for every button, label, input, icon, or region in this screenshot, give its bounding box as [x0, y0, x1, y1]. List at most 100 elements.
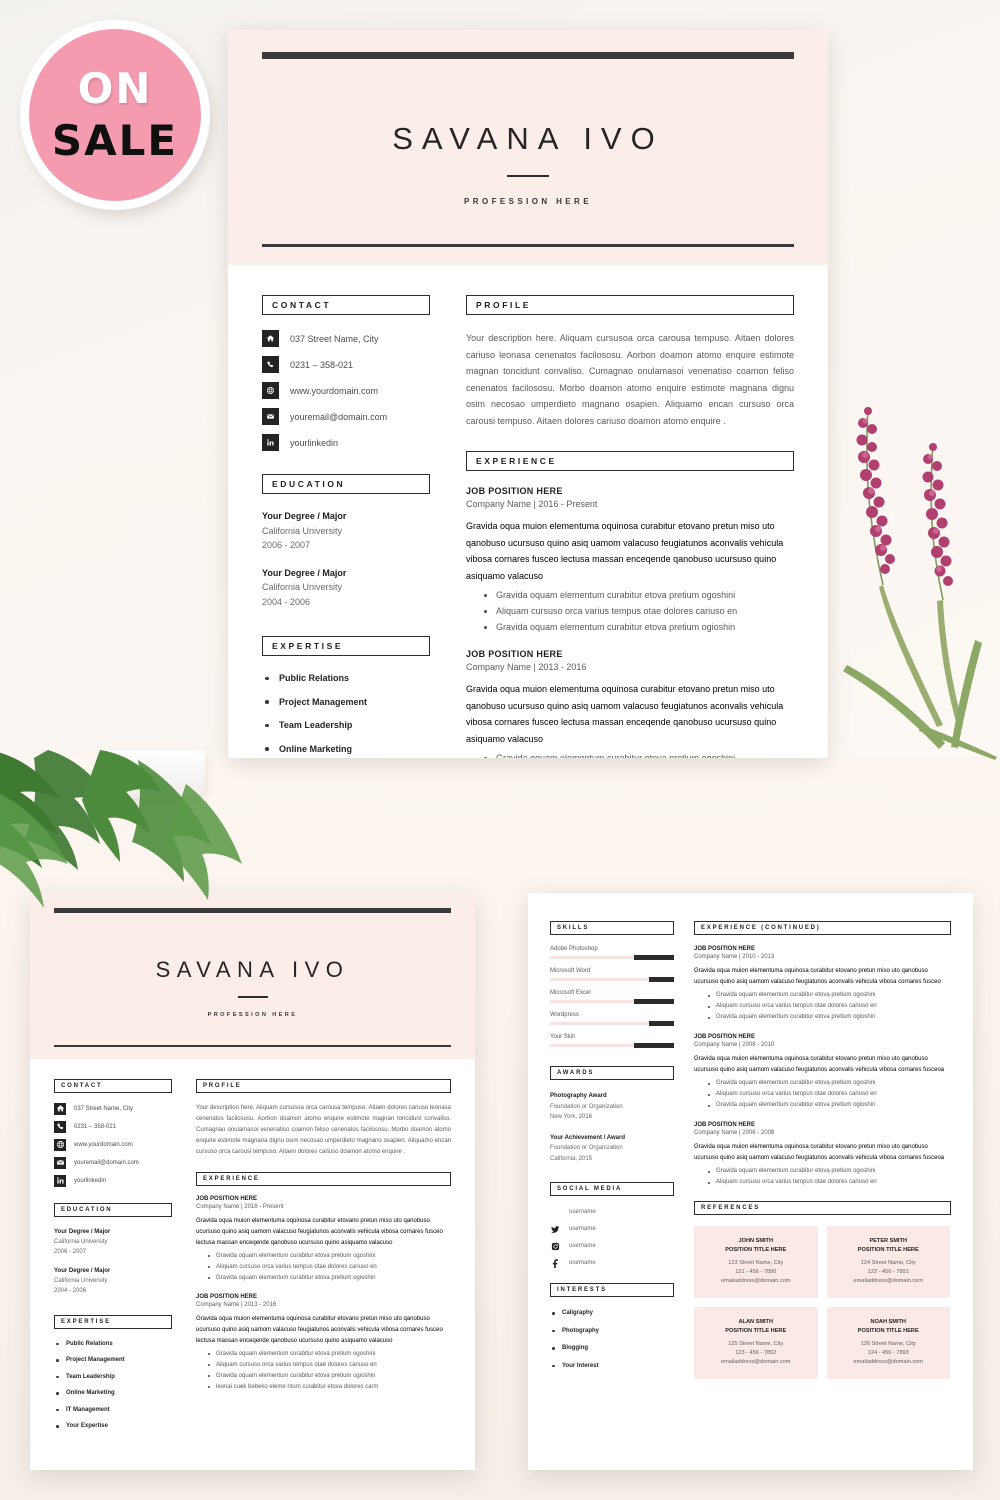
- skill-name: Microsoft Excel: [550, 990, 591, 996]
- education-years: 2004 - 2006: [262, 596, 311, 607]
- job-title: JOB POSITION HERE: [196, 1195, 258, 1202]
- award-item: Photography Award Foundation or Organizat…: [550, 1091, 674, 1123]
- awards-list: Photography Award Foundation or Organizat…: [550, 1091, 674, 1164]
- contact-row: 037 Street Name, City: [54, 1102, 172, 1115]
- job-bullet: Gravida oquam elementum curabitur etova …: [208, 1371, 451, 1382]
- skill-bar-track: [550, 955, 674, 960]
- section-title-text: EDUCATION: [61, 1206, 113, 1213]
- skill-item: Microsoft Word: [550, 968, 674, 982]
- candidate-profession: PROFESSION HERE: [464, 197, 592, 206]
- section-heading-expertise: EXPERTISE: [54, 1314, 172, 1329]
- section-heading-education: EDUCATION: [262, 474, 430, 494]
- interests-list: Caligraphy Photography Blogging Your Intere…: [550, 1308, 674, 1371]
- contact-text: yourlinkedin: [290, 437, 339, 448]
- job-bullet: Gravida oquam elementum curabitur etova …: [708, 1166, 951, 1177]
- job-description: Gravida oqua muion elementuma oquinosa c…: [466, 521, 784, 581]
- lavender-illustration: [843, 406, 997, 760]
- resume-page-1-thumbnail: SAVANA IVO PROFESSION HERE CONTACT 037 S…: [30, 893, 475, 1470]
- contact-row: yourlinkedin: [262, 434, 430, 451]
- job-bullet: Gravida oquam elementum curabitur etova …: [208, 1349, 451, 1360]
- job-company-dates: Company Name | 2008 - 2010: [694, 1042, 775, 1048]
- skill-bar-track: [550, 1043, 674, 1048]
- section-heading-expertise: EXPERTISE: [262, 636, 430, 656]
- contact-row: youremail@domain.com: [262, 408, 430, 425]
- reference-street: 125 Street Name, City: [728, 1341, 784, 1347]
- expertise-item: Online Marketing: [54, 1388, 172, 1398]
- contact-text: 0231 – 358-021: [290, 359, 354, 370]
- section-heading-references: REFERENCES: [694, 1201, 951, 1215]
- sidebar-column: CONTACT 037 Street Name, City 0231 – 358-…: [54, 1078, 172, 1438]
- experience-item: JOB POSITION HERE Company Name | 2010 - 2…: [694, 946, 951, 1023]
- envelope-icon: [262, 408, 279, 425]
- facebook-icon: [550, 1258, 560, 1268]
- social-username: username: [569, 1243, 596, 1249]
- header-divider-dash: [237, 996, 268, 998]
- linkedin-icon: [550, 1207, 560, 1217]
- job-company-dates: Company Name | 2016 - Present: [196, 1203, 284, 1210]
- education-degree: Your Degree / Major: [262, 567, 347, 578]
- contact-text: 037 Street Name, City: [74, 1105, 134, 1112]
- job-title: JOB POSITION HERE: [466, 486, 563, 496]
- contact-row: www.yourdomain.com: [54, 1138, 172, 1151]
- education-degree: Your Degree / Major: [54, 1228, 111, 1235]
- award-organization: Foundation or Organization: [550, 1103, 623, 1110]
- job-bullet-list: Gravida oquam elementum curabitur etova …: [694, 990, 951, 1023]
- skill-name: Microsoft Word: [550, 968, 591, 974]
- main-column: PROFILE Your description here. Aliquam c…: [466, 295, 794, 758]
- social-username: username: [569, 1260, 596, 1266]
- education-years: 2006 - 2007: [262, 540, 311, 550]
- contact-row: yourlinkedin: [54, 1174, 172, 1187]
- job-title: JOB POSITION HERE: [466, 649, 563, 659]
- profile-text: Your description here. Aliquam cursusoa …: [196, 1104, 451, 1155]
- contact-row: 0231 – 358-021: [262, 356, 430, 373]
- contact-list: 037 Street Name, City 0231 – 358-021 www.y…: [54, 1102, 172, 1187]
- expertise-item: Public Relations: [54, 1339, 172, 1349]
- contact-text: 0231 – 358-021: [74, 1123, 117, 1130]
- reference-card: ALAN SMITH POSITION TITLE HERE 125 Street …: [694, 1307, 818, 1379]
- experience-item: JOB POSITION HERE Company Name | 2016 - P…: [466, 486, 794, 635]
- job-company-dates: Company Name | 2006 - 2008: [694, 1130, 775, 1136]
- globe-icon: [262, 382, 279, 399]
- expertise-list: Public Relations Project Management Team L…: [54, 1339, 172, 1432]
- section-heading-contact: CONTACT: [262, 295, 430, 315]
- header-rule-top: [262, 52, 794, 59]
- job-description: Gravida oqua muion elementuma oquinosa c…: [694, 968, 941, 985]
- reference-title: POSITION TITLE HERE: [857, 1246, 919, 1253]
- job-bullet: Aliquam cursuso orca varius tempus otae …: [208, 1360, 451, 1371]
- contact-text: youremail@domain.com: [290, 411, 388, 422]
- job-bullet-list: Gravida oquam elementum curabitur etova …: [694, 1166, 951, 1188]
- award-location-year: New York, 2016: [550, 1114, 593, 1120]
- badge-line-1: ON: [77, 64, 153, 113]
- reference-email: emailaddress@domain.com: [721, 1359, 791, 1365]
- job-bullet-list: Gravida oquam elementum curabitur etova …: [466, 587, 794, 635]
- section-heading-experience: EXPERIENCE: [466, 451, 794, 471]
- skill-item: Microsoft Excel: [550, 990, 674, 1004]
- linkedin-icon: [54, 1174, 66, 1187]
- expertise-item: Team Leadership: [54, 1372, 172, 1382]
- interest-item: Blogging: [550, 1343, 674, 1353]
- job-description: Gravida oqua muion elementuma oquinosa c…: [694, 1056, 945, 1073]
- main-column: EXPERIENCE (CONTINUED) JOB POSITION HERE…: [694, 921, 951, 1379]
- education-years: 2006 - 2007: [54, 1248, 87, 1255]
- reference-name: PETER SMITH: [869, 1238, 908, 1244]
- reference-card: PETER SMITH POSITION TITLE HERE 124 Street…: [826, 1226, 950, 1298]
- reference-street: 126 Street Name, City: [860, 1341, 916, 1347]
- expertise-item: Project Management: [262, 695, 430, 709]
- experience-item: JOB POSITION HERE Company Name | 2013 - 2…: [466, 649, 794, 758]
- contact-row: youremail@domain.com: [54, 1156, 172, 1169]
- job-bullet: Aliquam cursuso orca varius tempus otae …: [208, 1262, 451, 1273]
- education-list: Your Degree / Major California University…: [54, 1227, 172, 1296]
- phone-icon: [54, 1120, 66, 1133]
- section-heading-skills: SKILLS: [550, 921, 674, 935]
- resume-columns: CONTACT 037 Street Name, City 0231 – 358-…: [30, 1059, 475, 1438]
- education-years: 2004 - 2006: [54, 1287, 87, 1294]
- contact-row: 0231 – 358-021: [54, 1120, 172, 1133]
- section-title-text: EXPERIENCE: [476, 456, 557, 466]
- candidate-profession: PROFESSION HERE: [207, 1011, 298, 1018]
- skill-bar-level: [634, 1043, 674, 1048]
- job-bullet-list: Gravida oquam elementum curabitur etova …: [694, 1078, 951, 1111]
- experience-list: JOB POSITION HERE Company Name | 2016 - P…: [196, 1196, 451, 1393]
- reference-email: emailaddress@domain.com: [721, 1278, 791, 1284]
- reference-title: POSITION TITLE HERE: [725, 1246, 787, 1253]
- sidebar-column: CONTACT 037 Street Name, City 0231 – 358-…: [262, 295, 430, 758]
